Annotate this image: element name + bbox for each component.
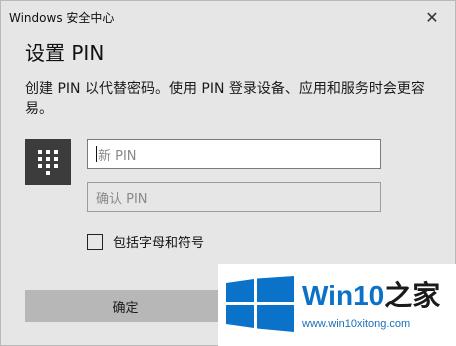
new-pin-input[interactable]: 新 PIN [87, 139, 381, 169]
watermark-brand-en: Win10 [302, 280, 385, 311]
close-icon: ✕ [425, 7, 439, 27]
dialog-description: 创建 PIN 以代替密码。使用 PIN 登录设备、应用和服务时会更容易。 [25, 81, 425, 117]
watermark-url: www.win10xitong.com [302, 318, 411, 330]
include-letters-checkbox[interactable] [87, 233, 103, 250]
include-letters-option[interactable]: 包括字母和符号 [87, 232, 204, 251]
watermark-brand-zh: 之家 [384, 280, 441, 311]
ok-button[interactable]: 确定 [25, 290, 226, 322]
ok-button-label: 确定 [112, 300, 139, 316]
title-bar: Windows 安全中心 ✕ [1, 1, 455, 33]
watermark-brand: Win10之家 [302, 274, 440, 314]
keypad-icon [25, 139, 71, 185]
text-caret [96, 146, 97, 162]
dialog-heading: 设置 PIN [25, 41, 105, 65]
include-letters-label: 包括字母和符号 [113, 236, 205, 251]
watermark-logo: Win10之家 www.win10xitong.com [218, 264, 456, 346]
confirm-pin-input[interactable]: 确认 PIN [87, 182, 381, 212]
close-button[interactable]: ✕ [409, 1, 455, 33]
windows-logo-icon [226, 276, 294, 332]
confirm-pin-placeholder: 确认 PIN [96, 191, 148, 207]
window-title: Windows 安全中心 [9, 11, 115, 25]
new-pin-placeholder: 新 PIN [98, 148, 137, 164]
